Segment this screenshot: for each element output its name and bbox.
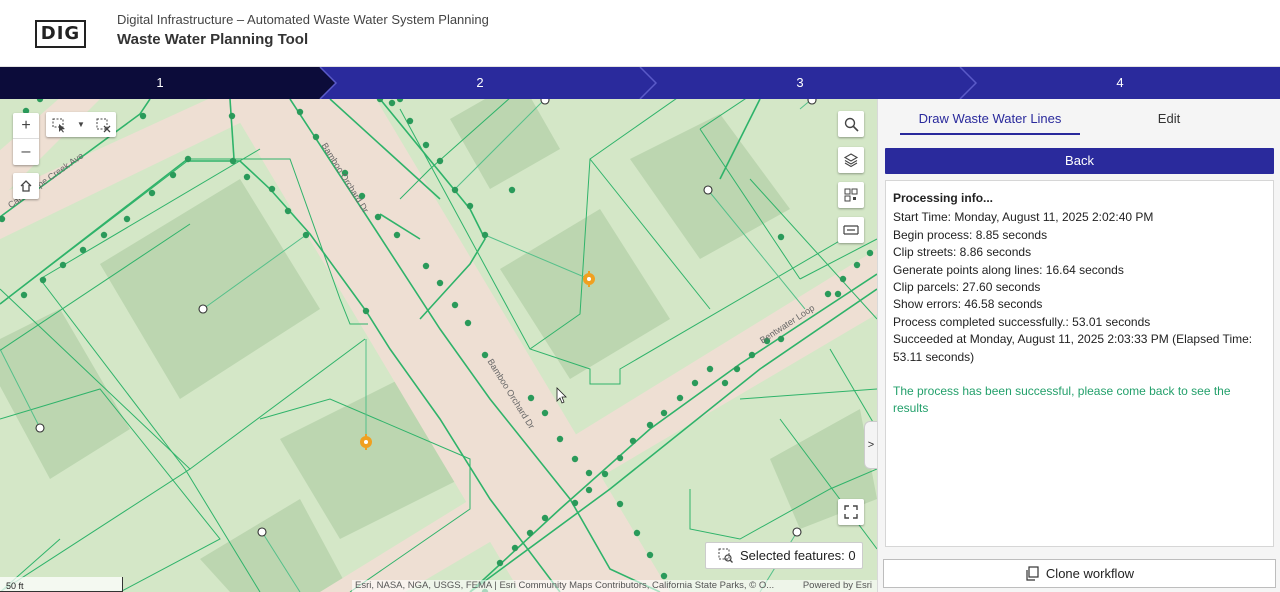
clear-selection-icon[interactable] <box>95 117 111 133</box>
map-canvas[interactable] <box>0 99 877 592</box>
workflow-panel: Draw Waste Water Lines Edit Back Process… <box>877 99 1280 592</box>
info-line: Process completed successfully.: 53.01 s… <box>893 314 1151 329</box>
select-icon[interactable] <box>51 117 67 133</box>
selected-features-button[interactable]: Selected features: 0 <box>705 542 863 569</box>
attribution-text: Esri, NASA, NGA, USGS, FEMA | Esri Commu… <box>355 580 775 591</box>
step-3[interactable]: 3 <box>790 75 810 90</box>
app-subtitle: Digital Infrastructure – Automated Waste… <box>117 12 489 27</box>
selection-toolbar: ▼ <box>46 112 116 137</box>
success-message: The process has been successful, please … <box>893 384 1231 416</box>
info-line: Succeeded at Monday, August 11, 2025 2:0… <box>893 332 1253 364</box>
dig-logo: DIG <box>35 20 86 48</box>
mouse-cursor-icon <box>556 387 567 404</box>
clone-workflow-button[interactable]: Clone workflow <box>883 559 1276 588</box>
scale-bar: 50 ft <box>0 577 123 592</box>
chevron-down-icon[interactable]: ▼ <box>77 120 85 129</box>
tab-draw-waste-water-lines[interactable]: Draw Waste Water Lines <box>900 111 1080 135</box>
stepper-shapes <box>0 67 978 99</box>
step-divider <box>959 67 978 99</box>
zoom-out-icon[interactable]: – <box>13 139 39 165</box>
tab-edit[interactable]: Edit <box>1078 111 1260 126</box>
select-features-icon <box>718 548 733 563</box>
chevron-right-icon: > <box>867 439 875 451</box>
workflow-stepper: 1 2 3 4 <box>0 67 1280 99</box>
selected-features-label: Selected features: 0 <box>740 548 856 563</box>
panel-collapse-toggle[interactable]: > <box>864 421 877 469</box>
home-icon[interactable] <box>13 173 39 199</box>
step-4[interactable]: 4 <box>1110 75 1130 90</box>
info-line: Clip parcels: 27.60 seconds <box>893 280 1041 295</box>
app-header: DIG Digital Infrastructure – Automated W… <box>0 0 1280 67</box>
zoom-in-icon[interactable]: + <box>13 113 39 139</box>
measure-icon[interactable] <box>838 217 864 243</box>
info-line: Generate points along lines: 16.64 secon… <box>893 262 1124 277</box>
layers-icon[interactable] <box>838 147 864 173</box>
back-button[interactable]: Back <box>885 148 1274 174</box>
app-title: Waste Water Planning Tool <box>117 31 309 48</box>
step-1[interactable]: 1 <box>150 75 170 90</box>
search-icon[interactable] <box>838 111 864 137</box>
clone-workflow-label: Clone workflow <box>1045 566 1135 581</box>
powered-by-esri[interactable]: Powered by Esri <box>803 580 872 592</box>
info-line: Clip streets: 8.86 seconds <box>893 245 1032 260</box>
qr-icon[interactable] <box>838 182 864 208</box>
fullscreen-icon[interactable] <box>838 499 864 525</box>
step-divider <box>639 67 658 99</box>
zoom-controls: + – <box>13 113 39 165</box>
map-attribution: Esri, NASA, NGA, USGS, FEMA | Esri Commu… <box>352 580 877 592</box>
map-view[interactable]: Cantaloupe Creek Ave Bamboo Orchard Dr B… <box>0 99 877 592</box>
processing-info-heading: Processing info... <box>893 191 994 205</box>
processing-info-box: Processing info... Start Time: Monday, A… <box>885 180 1274 547</box>
info-line: Start Time: Monday, August 11, 2025 2:02… <box>893 210 1154 225</box>
info-line: Begin process: 8.85 seconds <box>893 227 1048 242</box>
clone-icon <box>1026 566 1039 581</box>
info-line: Show errors: 46.58 seconds <box>893 297 1043 312</box>
step-2[interactable]: 2 <box>470 75 490 90</box>
